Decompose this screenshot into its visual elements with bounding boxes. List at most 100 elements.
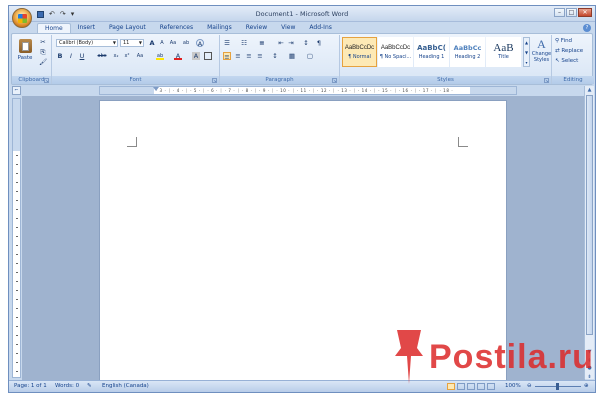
crop-mark-top-left <box>127 137 137 147</box>
tab-review[interactable]: Review <box>239 23 274 33</box>
align-center-button[interactable]: ≡ <box>234 52 242 60</box>
align-left-button[interactable]: ≡ <box>223 52 231 61</box>
change-styles-button[interactable]: A Change Styles <box>531 37 552 73</box>
pin-icon <box>395 330 423 384</box>
font-group-label: Font <box>52 76 219 84</box>
style-title[interactable]: AaB Title <box>486 37 521 67</box>
change-styles-icon: A <box>537 37 546 51</box>
tab-page-layout[interactable]: Page Layout <box>102 23 153 33</box>
style-preview: AaBbCcDc <box>344 45 375 51</box>
styles-group-label: Styles <box>340 76 551 84</box>
ribbon: Paste ✂ ⎘ 🖌 Clipboard ↘ Calibri (Body) ▼ … <box>11 33 594 85</box>
shading-button[interactable]: ▦ <box>288 52 296 60</box>
style-preview: AaBbC( <box>417 44 446 52</box>
decrease-indent-button[interactable]: ⇤ <box>277 39 285 47</box>
underline-button[interactable]: U <box>78 52 86 60</box>
vertical-ruler[interactable] <box>12 98 21 378</box>
paragraph-group: ☰ ☷ ≣ ⇤ ⇥ ↕ ¶ ≡ ≡ ≡ ≡ ↕ ▦ ▢ Paragraph ↘ <box>220 35 340 84</box>
shrink-font-icon[interactable]: A <box>158 39 166 47</box>
character-border-button[interactable] <box>204 52 212 60</box>
font-group: Calibri (Body) ▼ 11 ▼ A A Aa ab A B I U ab… <box>52 35 220 84</box>
horizontal-ruler[interactable]: · 1 · ⏐ · 1 · ⏐ · 2 · ⏐ · 3 · ⏐ · 4 · ⏐ … <box>99 86 517 95</box>
grow-font-icon[interactable]: A <box>148 39 156 47</box>
clear-formatting-icon[interactable]: Aa <box>169 39 177 47</box>
help-icon[interactable]: ? <box>583 24 591 32</box>
style-name: Title <box>498 54 509 60</box>
bullets-button[interactable]: ☰ <box>223 39 231 47</box>
style-no-spacing[interactable]: AaBbCcDc ¶ No Spaci... <box>378 37 413 67</box>
style-heading-1[interactable]: AaBbC( Heading 1 <box>414 37 449 67</box>
window-title: Document1 - Microsoft Word <box>255 10 349 18</box>
clipboard-icon <box>18 39 32 53</box>
replace-label: Replace <box>561 48 584 54</box>
indent-marker-icon[interactable] <box>153 87 159 91</box>
paste-button[interactable]: Paste <box>15 37 35 67</box>
copy-icon[interactable]: ⎘ <box>39 48 47 56</box>
proofing-icon[interactable]: ✎ <box>87 381 92 392</box>
tab-mailings[interactable]: Mailings <box>200 23 239 33</box>
left-margin-shade <box>100 87 154 94</box>
watermark-logo: Postila.ru <box>385 320 600 392</box>
font-dialog-launcher[interactable]: ↘ <box>212 78 217 83</box>
highlight-button[interactable]: ab <box>156 52 164 60</box>
select-label: Select <box>561 58 579 64</box>
tab-view[interactable]: View <box>274 23 302 33</box>
styles-gallery-scroll[interactable]: ▲ ▼ ▾ <box>523 37 530 67</box>
chevron-down-icon: ▼ <box>138 40 142 45</box>
language-indicator[interactable]: English (Canada) <box>102 381 149 392</box>
align-right-button[interactable]: ≡ <box>245 52 253 60</box>
style-normal[interactable]: AaBbCcDc ¶ Normal <box>342 37 377 67</box>
font-size-select[interactable]: 11 ▼ <box>120 39 144 47</box>
borders-button[interactable]: ▢ <box>306 52 314 60</box>
subscript-button[interactable]: x₂ <box>112 52 120 60</box>
cut-icon[interactable]: ✂ <box>39 38 47 46</box>
clipboard-dialog-launcher[interactable]: ↘ <box>44 78 49 83</box>
select-button[interactable]: ↖ Select <box>555 58 578 64</box>
pilcrow-icon[interactable]: ¶ <box>315 39 323 47</box>
multilevel-list-button[interactable]: ≣ <box>258 39 266 47</box>
scroll-thumb[interactable] <box>586 95 593 335</box>
tab-add-ins[interactable]: Add-Ins <box>302 23 338 33</box>
change-case-button[interactable]: Aa <box>136 52 144 60</box>
close-button[interactable]: ✕ <box>578 8 592 17</box>
italic-button[interactable]: I <box>67 52 75 60</box>
strikethrough-button[interactable]: abc <box>96 52 108 60</box>
character-shading-button[interactable]: A <box>192 52 200 60</box>
justify-button[interactable]: ≡ <box>256 52 264 60</box>
minimize-button[interactable]: – <box>554 8 565 17</box>
styles-dialog-launcher[interactable]: ↘ <box>544 78 549 83</box>
font-color-button[interactable]: A <box>174 52 182 60</box>
find-button[interactable]: ⚲ Find <box>555 38 572 44</box>
office-logo-icon <box>18 14 27 23</box>
font-family-select[interactable]: Calibri (Body) ▼ <box>56 39 118 47</box>
sort-button[interactable]: ↕ <box>302 39 310 47</box>
tab-selector[interactable]: ⌐ <box>12 86 21 95</box>
increase-indent-button[interactable]: ⇥ <box>287 39 295 47</box>
style-preview: AaBbCcDc <box>380 45 411 51</box>
style-preview: AaBbCc <box>453 44 482 52</box>
bold-button[interactable]: B <box>56 52 64 60</box>
editing-group: ⚲ Find ⇄ Replace ↖ Select Editing <box>552 35 594 84</box>
maximize-button[interactable]: □ <box>566 8 577 17</box>
style-name: Heading 2 <box>454 54 481 60</box>
office-button[interactable] <box>12 8 32 28</box>
enclose-characters-icon[interactable]: A <box>196 39 204 48</box>
replace-button[interactable]: ⇄ Replace <box>555 48 583 54</box>
change-styles-label: Change Styles <box>531 51 552 63</box>
style-heading-2[interactable]: AaBbCc Heading 2 <box>450 37 485 67</box>
font-size-value: 11 <box>123 40 130 46</box>
chevron-down-icon: ▼ <box>112 40 116 45</box>
page-count[interactable]: Page: 1 of 1 <box>14 381 47 392</box>
superscript-button[interactable]: x² <box>123 52 131 60</box>
tab-references[interactable]: References <box>153 23 200 33</box>
line-spacing-button[interactable]: ↕ <box>271 52 279 60</box>
phonetic-guide-icon[interactable]: ab <box>182 39 190 47</box>
style-name: ¶ Normal <box>348 54 371 60</box>
scroll-up-icon[interactable]: ▲ <box>585 86 594 95</box>
word-count[interactable]: Words: 0 <box>55 381 79 392</box>
tab-insert[interactable]: Insert <box>71 23 102 33</box>
format-painter-icon[interactable]: 🖌 <box>39 58 47 66</box>
numbering-button[interactable]: ☷ <box>240 39 248 47</box>
paragraph-dialog-launcher[interactable]: ↘ <box>332 78 337 83</box>
find-label: Find <box>560 38 573 44</box>
